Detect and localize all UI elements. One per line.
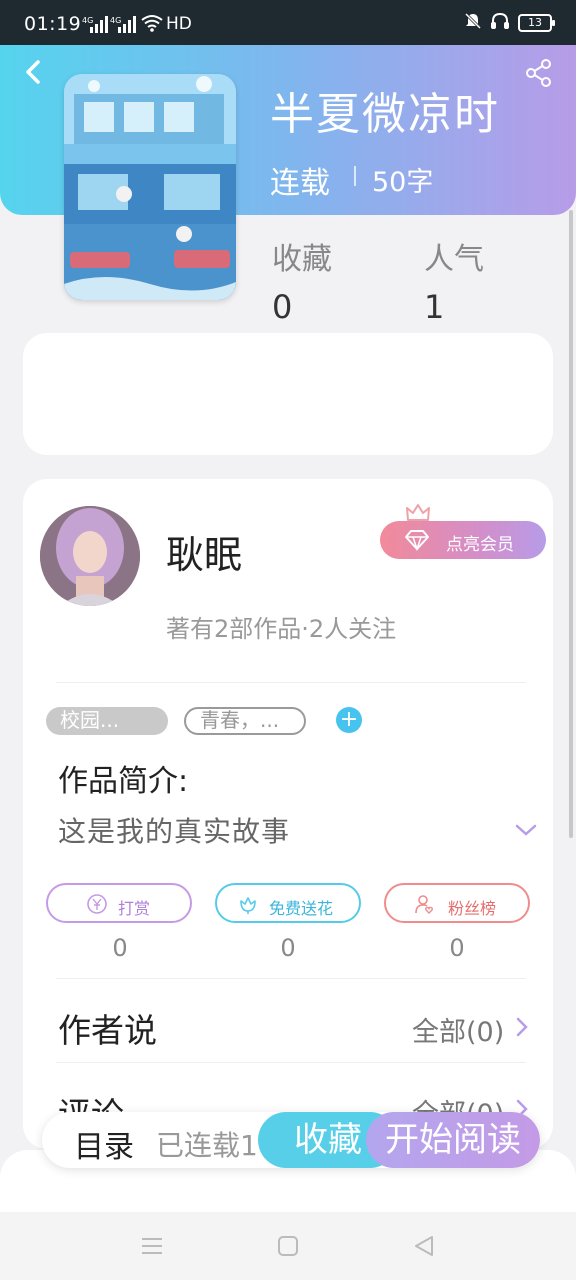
book-cover-image[interactable] <box>64 74 236 300</box>
send-flower-label: 免费送花 <box>269 899 334 918</box>
status-bar: 01:19 4G 4G HD 13 <box>0 0 576 45</box>
tip-count: 0 <box>112 934 128 962</box>
author-avatar[interactable] <box>40 506 140 606</box>
headphones-icon <box>490 12 510 34</box>
svg-text:4G: 4G <box>110 16 121 25</box>
plus-icon: + <box>339 707 359 732</box>
fans-ranking-button[interactable]: 粉丝榜 <box>384 883 530 923</box>
system-nav-bar <box>0 1212 576 1280</box>
scrollbar[interactable] <box>569 210 573 838</box>
author-name[interactable]: 耿眠 <box>166 524 242 579</box>
chevron-down-icon[interactable] <box>514 822 538 838</box>
signal-icon-2: 4G <box>110 15 136 36</box>
start-reading-button[interactable]: 开始阅读 <box>366 1112 540 1168</box>
svg-text:4G: 4G <box>82 16 93 25</box>
status-time: 01:19 <box>24 13 82 35</box>
fans-ranking-label: 粉丝榜 <box>448 899 497 918</box>
menu-icon[interactable] <box>139 1234 165 1258</box>
vip-button[interactable]: 点亮会员 <box>380 521 546 559</box>
author-says-all-link[interactable]: 全部(0) <box>412 1010 504 1049</box>
add-tag-button[interactable]: + <box>336 707 362 733</box>
bottom-action-bar: 目录 已连载1 收藏 开始阅读 <box>42 1112 540 1168</box>
share-icon <box>526 59 551 87</box>
divider <box>56 978 526 979</box>
serial-status: 已连载1 <box>156 1129 258 1162</box>
back-button[interactable] <box>20 58 48 86</box>
status-divider <box>354 166 356 186</box>
mute-icon <box>464 12 482 34</box>
yen-coin-icon <box>87 894 107 914</box>
popularity-count: 1 <box>424 288 445 326</box>
author-meta: 著有2部作品·2人关注 <box>166 615 397 643</box>
author-says-title: 作者说 <box>58 1011 157 1050</box>
chevron-right-icon[interactable] <box>516 1017 528 1037</box>
send-flower-button[interactable]: 免费送花 <box>215 883 361 923</box>
popularity-label: 人气 <box>424 242 484 277</box>
battery-icon: 13 <box>518 14 555 32</box>
tip-button[interactable]: 打赏 <box>46 883 192 923</box>
flower-count: 0 <box>280 934 296 962</box>
back-triangle-icon[interactable] <box>411 1234 437 1258</box>
divider <box>56 682 526 683</box>
favorites-count: 0 <box>272 288 293 326</box>
book-status: 连载 <box>270 166 330 201</box>
catalog-button[interactable]: 目录 <box>74 1122 134 1166</box>
tip-label: 打赏 <box>118 899 151 918</box>
back-arrow-icon <box>26 60 40 84</box>
intro-title: 作品简介: <box>58 764 189 799</box>
word-count: 50字 <box>372 167 434 198</box>
vip-label: 点亮会员 <box>446 535 514 555</box>
share-button[interactable] <box>524 58 554 88</box>
fans-count: 0 <box>449 934 465 962</box>
book-title: 半夏微凉时 <box>270 89 500 140</box>
tag-campus[interactable]: 校园... <box>46 707 168 735</box>
signal-icon: 4G <box>82 15 108 36</box>
hd-indicator: HD <box>166 14 192 34</box>
diamond-icon <box>405 530 429 551</box>
favorites-label: 收藏 <box>272 242 332 277</box>
flower-icon <box>240 897 256 914</box>
user-heart-icon <box>415 895 434 914</box>
divider <box>56 1062 526 1063</box>
empty-card <box>23 333 553 455</box>
intro-text: 这是我的真实故事 <box>58 815 291 848</box>
tag-youth[interactable]: 青春，... <box>184 707 306 735</box>
wifi-icon <box>140 14 164 35</box>
home-icon[interactable] <box>275 1234 301 1258</box>
